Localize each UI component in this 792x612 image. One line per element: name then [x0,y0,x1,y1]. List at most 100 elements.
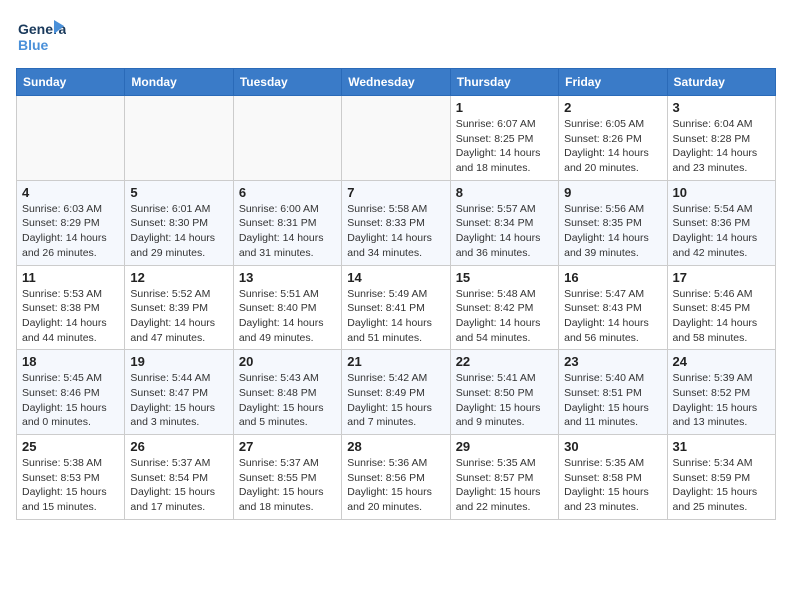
day-number: 31 [673,439,770,454]
header-sunday: Sunday [17,69,125,96]
calendar-cell: 23 Sunrise: 5:40 AM Sunset: 8:51 PM Dayli… [559,350,667,435]
week-row-1: 4 Sunrise: 6:03 AM Sunset: 8:29 PM Daylig… [17,180,776,265]
calendar-cell: 8 Sunrise: 5:57 AM Sunset: 8:34 PM Daylig… [450,180,558,265]
day-info: Sunrise: 6:05 AM Sunset: 8:26 PM Dayligh… [564,117,661,176]
day-number: 14 [347,270,444,285]
page-header: GeneralBlue [16,16,776,58]
day-number: 4 [22,185,119,200]
day-number: 13 [239,270,336,285]
day-info: Sunrise: 5:34 AM Sunset: 8:59 PM Dayligh… [673,456,770,515]
calendar-cell: 30 Sunrise: 5:35 AM Sunset: 8:58 PM Dayli… [559,435,667,520]
day-number: 2 [564,100,661,115]
day-number: 6 [239,185,336,200]
day-number: 23 [564,354,661,369]
day-info: Sunrise: 6:07 AM Sunset: 8:25 PM Dayligh… [456,117,553,176]
calendar-cell: 4 Sunrise: 6:03 AM Sunset: 8:29 PM Daylig… [17,180,125,265]
day-info: Sunrise: 5:40 AM Sunset: 8:51 PM Dayligh… [564,371,661,430]
calendar-cell: 3Sunrise: 6:04 AM Sunset: 8:28 PM Daylig… [667,96,775,181]
day-number: 30 [564,439,661,454]
day-info: Sunrise: 5:39 AM Sunset: 8:52 PM Dayligh… [673,371,770,430]
day-number: 22 [456,354,553,369]
day-info: Sunrise: 5:57 AM Sunset: 8:34 PM Dayligh… [456,202,553,261]
day-info: Sunrise: 5:48 AM Sunset: 8:42 PM Dayligh… [456,287,553,346]
calendar-cell: 9 Sunrise: 5:56 AM Sunset: 8:35 PM Daylig… [559,180,667,265]
calendar-cell: 14 Sunrise: 5:49 AM Sunset: 8:41 PM Dayli… [342,265,450,350]
header-wednesday: Wednesday [342,69,450,96]
day-info: Sunrise: 5:51 AM Sunset: 8:40 PM Dayligh… [239,287,336,346]
day-number: 28 [347,439,444,454]
day-number: 29 [456,439,553,454]
day-number: 16 [564,270,661,285]
day-number: 12 [130,270,227,285]
day-info: Sunrise: 5:56 AM Sunset: 8:35 PM Dayligh… [564,202,661,261]
calendar-cell: 6 Sunrise: 6:00 AM Sunset: 8:31 PM Daylig… [233,180,341,265]
week-row-0: 1 Sunrise: 6:07 AM Sunset: 8:25 PM Daylig… [17,96,776,181]
day-info: Sunrise: 5:45 AM Sunset: 8:46 PM Dayligh… [22,371,119,430]
day-info: Sunrise: 5:36 AM Sunset: 8:56 PM Dayligh… [347,456,444,515]
day-number: 11 [22,270,119,285]
day-info: Sunrise: 5:53 AM Sunset: 8:38 PM Dayligh… [22,287,119,346]
calendar-cell: 17Sunrise: 5:46 AM Sunset: 8:45 PM Dayli… [667,265,775,350]
day-info: Sunrise: 5:58 AM Sunset: 8:33 PM Dayligh… [347,202,444,261]
week-row-4: 25Sunrise: 5:38 AM Sunset: 8:53 PM Dayli… [17,435,776,520]
header-row: SundayMondayTuesdayWednesdayThursdayFrid… [17,69,776,96]
day-info: Sunrise: 5:43 AM Sunset: 8:48 PM Dayligh… [239,371,336,430]
day-info: Sunrise: 6:03 AM Sunset: 8:29 PM Dayligh… [22,202,119,261]
calendar-cell: 13 Sunrise: 5:51 AM Sunset: 8:40 PM Dayli… [233,265,341,350]
calendar-cell: 16 Sunrise: 5:47 AM Sunset: 8:43 PM Dayli… [559,265,667,350]
day-number: 7 [347,185,444,200]
calendar-cell: 10 Sunrise: 5:54 AM Sunset: 8:36 PM Dayli… [667,180,775,265]
calendar-cell [125,96,233,181]
day-info: Sunrise: 5:49 AM Sunset: 8:41 PM Dayligh… [347,287,444,346]
calendar-cell: 28 Sunrise: 5:36 AM Sunset: 8:56 PM Dayli… [342,435,450,520]
calendar-cell [342,96,450,181]
day-number: 27 [239,439,336,454]
header-monday: Monday [125,69,233,96]
day-number: 20 [239,354,336,369]
day-number: 18 [22,354,119,369]
day-info: Sunrise: 5:37 AM Sunset: 8:55 PM Dayligh… [239,456,336,515]
calendar-cell [17,96,125,181]
day-info: Sunrise: 6:00 AM Sunset: 8:31 PM Dayligh… [239,202,336,261]
week-row-3: 18 Sunrise: 5:45 AM Sunset: 8:46 PM Dayli… [17,350,776,435]
calendar-cell: 31 Sunrise: 5:34 AM Sunset: 8:59 PM Dayli… [667,435,775,520]
day-number: 24 [673,354,770,369]
day-info: Sunrise: 5:47 AM Sunset: 8:43 PM Dayligh… [564,287,661,346]
day-info: Sunrise: 5:37 AM Sunset: 8:54 PM Dayligh… [130,456,227,515]
calendar-cell: 21Sunrise: 5:42 AM Sunset: 8:49 PM Dayli… [342,350,450,435]
day-info: Sunrise: 6:04 AM Sunset: 8:28 PM Dayligh… [673,117,770,176]
day-info: Sunrise: 5:44 AM Sunset: 8:47 PM Dayligh… [130,371,227,430]
day-info: Sunrise: 5:52 AM Sunset: 8:39 PM Dayligh… [130,287,227,346]
day-info: Sunrise: 5:38 AM Sunset: 8:53 PM Dayligh… [22,456,119,515]
day-number: 15 [456,270,553,285]
day-info: Sunrise: 5:54 AM Sunset: 8:36 PM Dayligh… [673,202,770,261]
day-number: 1 [456,100,553,115]
day-info: Sunrise: 5:41 AM Sunset: 8:50 PM Dayligh… [456,371,553,430]
day-number: 9 [564,185,661,200]
calendar-cell: 15 Sunrise: 5:48 AM Sunset: 8:42 PM Dayli… [450,265,558,350]
calendar-cell: 18 Sunrise: 5:45 AM Sunset: 8:46 PM Dayli… [17,350,125,435]
day-info: Sunrise: 5:35 AM Sunset: 8:58 PM Dayligh… [564,456,661,515]
calendar-cell [233,96,341,181]
week-row-2: 11 Sunrise: 5:53 AM Sunset: 8:38 PM Dayli… [17,265,776,350]
svg-text:Blue: Blue [18,37,49,53]
calendar-cell: 29 Sunrise: 5:35 AM Sunset: 8:57 PM Dayli… [450,435,558,520]
day-number: 8 [456,185,553,200]
header-tuesday: Tuesday [233,69,341,96]
day-number: 19 [130,354,227,369]
calendar-cell: 7 Sunrise: 5:58 AM Sunset: 8:33 PM Daylig… [342,180,450,265]
calendar-cell: 1 Sunrise: 6:07 AM Sunset: 8:25 PM Daylig… [450,96,558,181]
day-number: 5 [130,185,227,200]
calendar-cell: 27 Sunrise: 5:37 AM Sunset: 8:55 PM Dayli… [233,435,341,520]
day-info: Sunrise: 5:42 AM Sunset: 8:49 PM Dayligh… [347,371,444,430]
header-friday: Friday [559,69,667,96]
day-info: Sunrise: 5:35 AM Sunset: 8:57 PM Dayligh… [456,456,553,515]
logo-icon: GeneralBlue [16,16,66,58]
header-thursday: Thursday [450,69,558,96]
calendar-cell: 11 Sunrise: 5:53 AM Sunset: 8:38 PM Dayli… [17,265,125,350]
logo: GeneralBlue [16,16,66,58]
day-number: 10 [673,185,770,200]
day-info: Sunrise: 5:46 AM Sunset: 8:45 PM Dayligh… [673,287,770,346]
calendar-cell: 20 Sunrise: 5:43 AM Sunset: 8:48 PM Dayli… [233,350,341,435]
calendar-cell: 24 Sunrise: 5:39 AM Sunset: 8:52 PM Dayli… [667,350,775,435]
